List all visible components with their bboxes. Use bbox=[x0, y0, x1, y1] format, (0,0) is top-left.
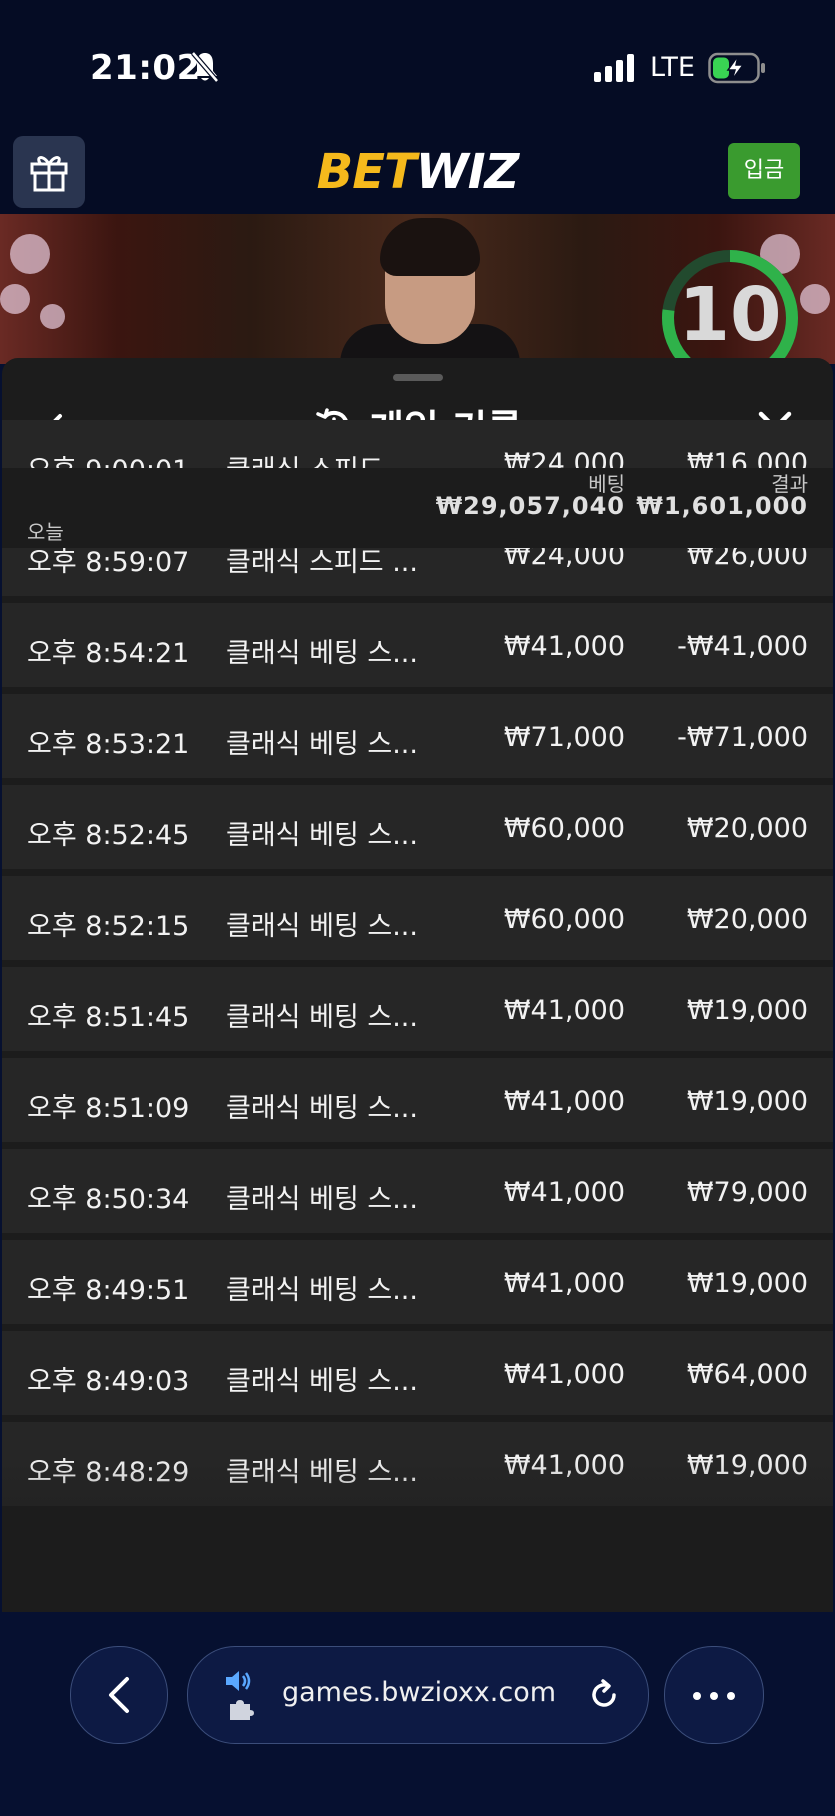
history-row[interactable]: 오후 8:52:15 클래식 베팅 스... ₩60,000 ₩20,000 bbox=[2, 876, 833, 960]
history-row[interactable]: 오후 8:49:03 클래식 베팅 스... ₩41,000 ₩64,000 bbox=[2, 1331, 833, 1415]
dealer-hair bbox=[380, 218, 480, 276]
extension-icon bbox=[230, 1700, 254, 1720]
browser-back-button[interactable] bbox=[70, 1646, 168, 1744]
history-row[interactable]: 오후 8:50:34 클래식 베팅 스... ₩41,000 ₩79,000 bbox=[2, 1149, 833, 1233]
sheet-grabber[interactable] bbox=[393, 374, 443, 381]
history-row[interactable]: 오후 8:51:45 클래식 베팅 스... ₩41,000 ₩19,000 bbox=[2, 967, 833, 1051]
status-time: 21:02 bbox=[90, 48, 201, 88]
history-summary: 오늘 베팅 결과 ₩29,057,040 ₩1,601,000 bbox=[2, 468, 833, 548]
history-row[interactable]: 오후 8:53:21 클래식 베팅 스... ₩71,000 -₩71,000 bbox=[2, 694, 833, 778]
address-bar[interactable]: games.bwzioxx.com bbox=[187, 1646, 649, 1744]
chevron-left-icon bbox=[109, 1677, 129, 1713]
history-row[interactable]: 오후 8:54:21 클래식 베팅 스... ₩41,000 -₩41,000 bbox=[2, 603, 833, 687]
app-header: BETWIZ 입금 bbox=[0, 130, 835, 214]
betwiz-logo: BETWIZ bbox=[316, 144, 520, 200]
browser-toolbar: games.bwzioxx.com bbox=[0, 1612, 835, 1816]
signal-icon bbox=[594, 54, 634, 82]
reload-icon[interactable] bbox=[586, 1677, 622, 1713]
history-row[interactable]: 오후 8:49:51 클래식 베팅 스... ₩41,000 ₩19,000 bbox=[2, 1240, 833, 1324]
network-label: LTE bbox=[650, 52, 695, 83]
history-row[interactable]: 오후 8:52:45 클래식 베팅 스... ₩60,000 ₩20,000 bbox=[2, 785, 833, 869]
game-history-sheet: 게임 기록 오늘 베팅 결과 ₩29,057,040 ₩1,601,000 오후… bbox=[2, 358, 833, 1612]
more-button[interactable] bbox=[664, 1646, 764, 1744]
speaker-icon bbox=[226, 1671, 251, 1691]
url-text: games.bwzioxx.com bbox=[282, 1677, 557, 1708]
history-row[interactable]: 오후 8:51:09 클래식 베팅 스... ₩41,000 ₩19,000 bbox=[2, 1058, 833, 1142]
deposit-button[interactable]: 입금 bbox=[728, 143, 800, 199]
countdown-timer: 10 bbox=[678, 272, 782, 358]
result-total: ₩1,601,000 bbox=[636, 492, 808, 520]
battery-charging-icon bbox=[708, 52, 765, 84]
history-row[interactable]: 오후 8:48:29 클래식 베팅 스... ₩41,000 ₩19,000 bbox=[2, 1422, 833, 1506]
bell-slash-icon bbox=[191, 51, 219, 83]
bet-total: ₩29,057,040 bbox=[435, 492, 625, 520]
status-bar: 21:02 LTE bbox=[0, 0, 835, 130]
date-group-label: 오늘 bbox=[27, 520, 64, 544]
